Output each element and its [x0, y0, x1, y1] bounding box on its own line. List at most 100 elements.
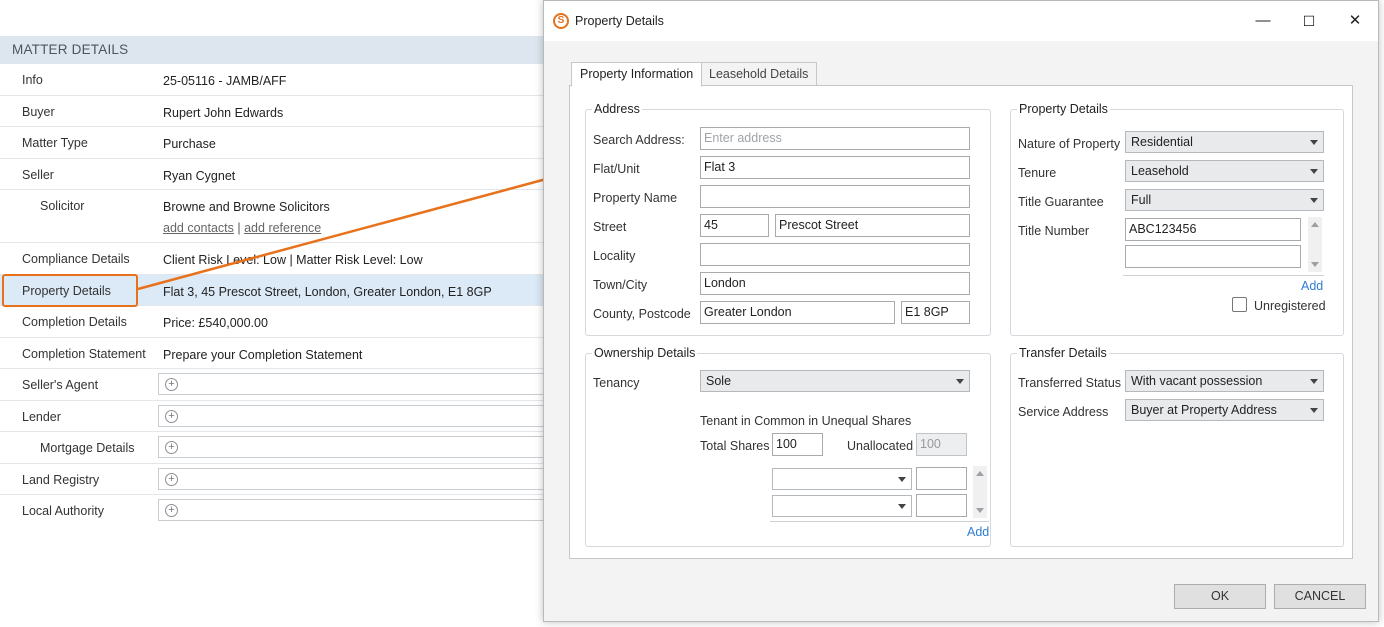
plus-circle-icon[interactable]: +: [165, 472, 178, 486]
maximize-icon[interactable]: ☐: [1298, 10, 1320, 32]
matter-details-header: MATTER DETAILS: [0, 36, 560, 64]
row-value: 25-05116 - JAMB/AFF: [163, 74, 287, 88]
flat-unit-input[interactable]: Flat 3: [700, 156, 970, 179]
row-label: Buyer: [22, 104, 55, 119]
chevron-down-icon: [898, 504, 906, 509]
share-amount-input-2[interactable]: [916, 494, 967, 517]
postcode-input[interactable]: E1 8GP: [901, 301, 970, 324]
matter-row-lender[interactable]: Lender +: [0, 401, 560, 432]
nature-of-property-label: Nature of Property: [1018, 137, 1121, 151]
cancel-button[interactable]: CANCEL: [1274, 584, 1366, 609]
row-value: Price: £540,000.00: [163, 316, 268, 330]
share-owner-select-2[interactable]: [772, 495, 912, 517]
matter-row-solicitor[interactable]: Solicitor Browne and Browne Solicitors a…: [0, 190, 560, 243]
matter-row-buyer[interactable]: Buyer Rupert John Edwards: [0, 96, 560, 127]
matter-row-info[interactable]: Info 25-05116 - JAMB/AFF: [0, 64, 560, 96]
row-label: Lender: [22, 409, 61, 424]
ownership-details-group: Ownership Details Tenancy Sole Tenant in…: [585, 346, 991, 547]
tab-leasehold-details[interactable]: Leasehold Details: [700, 62, 818, 87]
matter-row-mortgage-details[interactable]: Mortgage Details +: [0, 432, 560, 464]
add-title-number-link[interactable]: Add: [1301, 279, 1323, 293]
matter-row-matter-type[interactable]: Matter Type Purchase: [0, 127, 560, 159]
add-land-registry-field[interactable]: +: [158, 467, 558, 490]
county-input[interactable]: Greater London: [700, 301, 895, 324]
unallocated-label: Unallocated: [847, 439, 914, 453]
dialog-titlebar[interactable]: S Property Details — ☐ ✕: [544, 1, 1378, 41]
tab-content-panel: Address Search Address: Enter address Fl…: [569, 85, 1353, 559]
close-icon[interactable]: ✕: [1344, 10, 1366, 32]
add-contacts-link[interactable]: add contacts: [163, 221, 234, 235]
add-local-authority-field[interactable]: +: [158, 499, 558, 521]
matter-row-local-authority[interactable]: Local Authority +: [0, 495, 560, 527]
matter-row-completion-details[interactable]: Completion Details Price: £540,000.00: [0, 306, 560, 338]
row-value: Rupert John Edwards: [163, 105, 284, 120]
locality-input[interactable]: [700, 243, 970, 266]
town-city-label: Town/City: [593, 278, 648, 292]
title-guarantee-value: Full: [1131, 193, 1152, 207]
nature-of-property-select[interactable]: Residential: [1125, 131, 1324, 153]
transferred-status-label: Transferred Status: [1018, 376, 1122, 390]
address-group-title: Address: [592, 102, 642, 116]
total-shares-label: Total Shares: [700, 439, 770, 453]
title-number-scrollbar[interactable]: [1308, 217, 1322, 272]
tenancy-label: Tenancy: [593, 376, 640, 390]
share-owner-select-1[interactable]: [772, 468, 912, 490]
transfer-details-group: Transfer Details Transferred Status With…: [1010, 346, 1344, 547]
plus-circle-icon[interactable]: +: [165, 504, 178, 517]
transfer-details-group-title: Transfer Details: [1017, 346, 1109, 360]
search-address-input[interactable]: Enter address: [700, 127, 970, 150]
search-address-label: Search Address:: [593, 133, 685, 147]
row-label: Compliance Details: [22, 252, 130, 266]
service-address-select[interactable]: Buyer at Property Address: [1125, 399, 1324, 421]
ok-button[interactable]: OK: [1174, 584, 1266, 609]
chevron-down-icon: [1310, 169, 1318, 174]
matter-row-sellers-agent[interactable]: Seller's Agent +: [0, 369, 560, 401]
share-amount-input-1[interactable]: [916, 467, 967, 490]
row-label: Info: [22, 73, 43, 87]
add-reference-link[interactable]: add reference: [244, 221, 321, 235]
plus-circle-icon[interactable]: +: [165, 441, 178, 454]
town-city-input[interactable]: London: [700, 272, 970, 295]
total-shares-input[interactable]: 100: [772, 433, 823, 456]
unregistered-checkbox[interactable]: [1232, 297, 1247, 312]
divider: [770, 521, 989, 522]
street-label: Street: [593, 220, 627, 234]
row-label: Local Authority: [22, 504, 104, 518]
street-name-input[interactable]: Prescot Street: [775, 214, 970, 237]
chevron-down-icon: [1310, 198, 1318, 203]
plus-circle-icon[interactable]: +: [165, 409, 178, 423]
minimize-icon[interactable]: —: [1252, 10, 1274, 32]
nature-of-property-value: Residential: [1131, 135, 1193, 149]
transferred-status-select[interactable]: With vacant possession: [1125, 370, 1324, 392]
matter-row-seller[interactable]: Seller Ryan Cygnet: [0, 159, 560, 190]
chevron-down-icon: [956, 379, 964, 384]
plus-circle-icon[interactable]: +: [165, 378, 178, 391]
title-number-label: Title Number: [1018, 224, 1090, 238]
add-share-link[interactable]: Add: [967, 525, 989, 539]
service-address-label: Service Address: [1018, 405, 1109, 419]
title-number-input-2[interactable]: [1125, 245, 1301, 268]
matter-row-compliance[interactable]: Compliance Details Client Risk Level: Lo…: [0, 243, 560, 275]
property-details-group-title: Property Details: [1017, 102, 1110, 116]
street-number-input[interactable]: 45: [700, 214, 769, 237]
property-name-input[interactable]: [700, 185, 970, 208]
scroll-down-icon[interactable]: [976, 508, 984, 513]
tenure-select[interactable]: Leasehold: [1125, 160, 1324, 182]
tenancy-select[interactable]: Sole: [700, 370, 970, 392]
tab-property-information[interactable]: Property Information: [571, 62, 703, 87]
matter-row-land-registry[interactable]: Land Registry +: [0, 464, 560, 495]
tenancy-value: Sole: [706, 374, 732, 388]
scroll-down-icon[interactable]: [1311, 262, 1319, 267]
add-mortgage-details-field[interactable]: +: [158, 436, 558, 458]
row-label: Land Registry: [22, 472, 100, 487]
title-number-input[interactable]: ABC123456: [1125, 218, 1301, 241]
shares-scrollbar[interactable]: [973, 466, 987, 518]
add-lender-field[interactable]: +: [158, 404, 558, 427]
title-guarantee-select[interactable]: Full: [1125, 189, 1324, 211]
solicitor-links: add contacts | add reference: [163, 221, 321, 235]
property-details-dialog: S Property Details — ☐ ✕ Property Inform…: [543, 0, 1379, 622]
scroll-up-icon[interactable]: [1311, 222, 1319, 227]
matter-row-completion-statement[interactable]: Completion Statement Prepare your Comple…: [0, 338, 560, 369]
add-sellers-agent-field[interactable]: +: [158, 373, 558, 395]
scroll-up-icon[interactable]: [976, 471, 984, 476]
